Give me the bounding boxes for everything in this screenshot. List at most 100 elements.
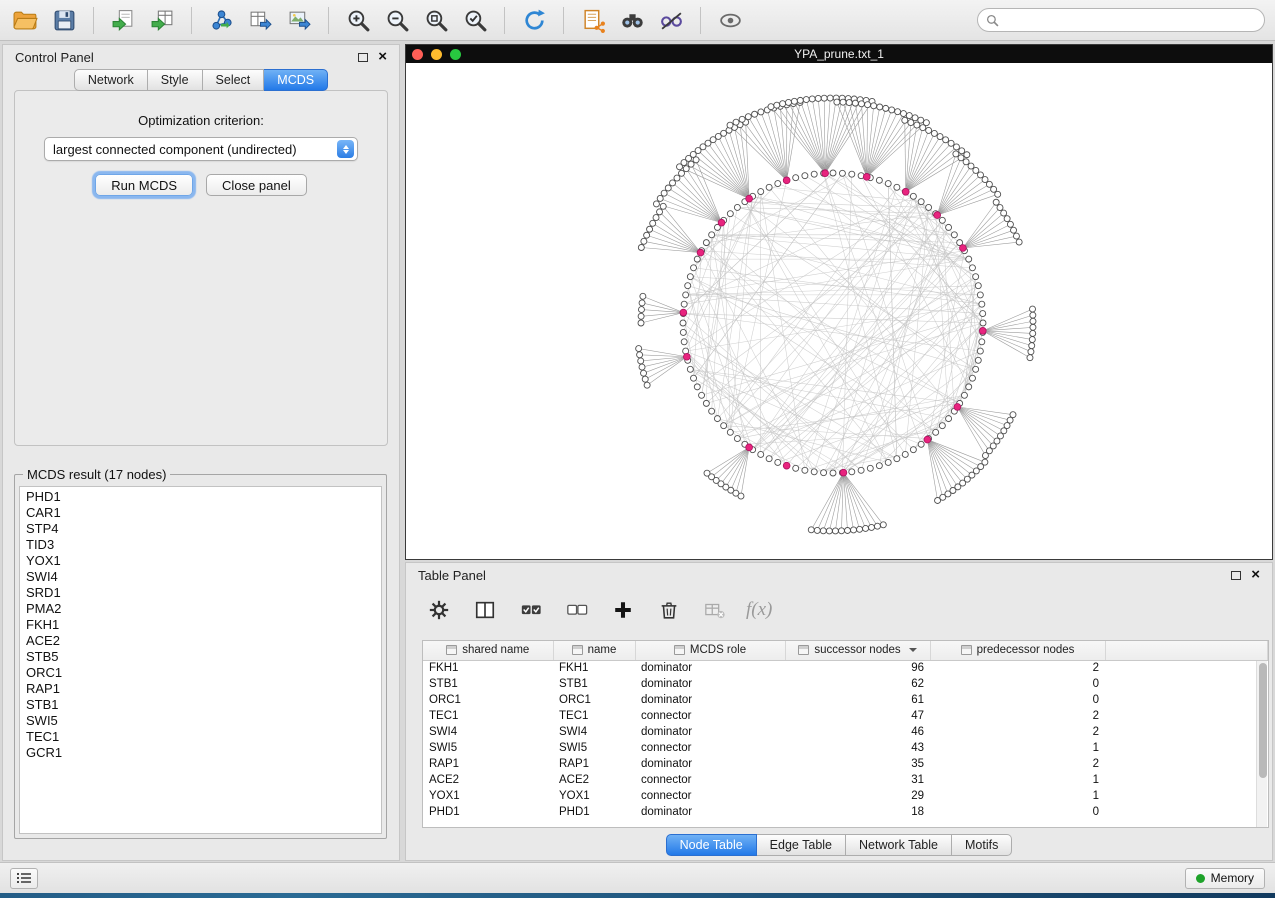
network-node[interactable] [745, 114, 751, 120]
network-node[interactable] [791, 98, 797, 104]
network-node[interactable] [961, 392, 967, 398]
result-item[interactable]: ORC1 [26, 665, 381, 681]
mcds-hub-node[interactable] [902, 188, 909, 195]
network-node[interactable] [721, 423, 727, 429]
network-node[interactable] [1027, 355, 1033, 361]
network-node[interactable] [734, 436, 740, 442]
network-node[interactable] [982, 453, 988, 459]
search-field[interactable] [977, 8, 1265, 32]
result-item[interactable]: YOX1 [26, 553, 381, 569]
network-node[interactable] [709, 232, 715, 238]
network-node[interactable] [820, 528, 826, 534]
network-node[interactable] [906, 113, 912, 119]
network-node[interactable] [895, 109, 901, 115]
network-node[interactable] [704, 470, 710, 476]
network-node[interactable] [811, 469, 817, 475]
network-node[interactable] [830, 470, 836, 476]
zoom-out-icon[interactable] [382, 5, 412, 35]
criterion-select[interactable]: largest connected component (undirected) [44, 137, 358, 161]
network-node[interactable] [752, 111, 758, 117]
network-node[interactable] [876, 177, 882, 183]
tab-select[interactable]: Select [203, 69, 265, 91]
network-node[interactable] [653, 215, 659, 221]
network-node[interactable] [803, 97, 809, 103]
network-node[interactable] [680, 320, 686, 326]
network-node[interactable] [691, 265, 697, 271]
network-node[interactable] [687, 366, 693, 372]
network-node[interactable] [926, 127, 932, 133]
table-row[interactable]: TEC1TEC1connector472 [423, 708, 1268, 724]
zoom-in-icon[interactable] [343, 5, 373, 35]
network-node[interactable] [979, 301, 985, 307]
network-node[interactable] [880, 522, 886, 528]
network-node[interactable] [758, 189, 764, 195]
network-node[interactable] [846, 100, 852, 106]
network-node[interactable] [969, 375, 975, 381]
network-node[interactable] [977, 348, 983, 354]
network-node[interactable] [865, 102, 871, 108]
network-node[interactable] [991, 186, 997, 192]
network-node[interactable] [910, 193, 916, 199]
show-columns-icon[interactable] [470, 595, 500, 625]
network-node[interactable] [951, 232, 957, 238]
network-node[interactable] [968, 163, 974, 169]
network-node[interactable] [775, 459, 781, 465]
network-node[interactable] [997, 205, 1003, 211]
network-node[interactable] [1004, 216, 1010, 222]
network-node[interactable] [793, 465, 799, 471]
network-node[interactable] [688, 161, 694, 167]
column-header-shared-name[interactable]: shared name [423, 641, 553, 660]
table-row[interactable]: ORC1ORC1dominator610 [423, 692, 1268, 708]
network-node[interactable] [958, 155, 964, 161]
network-node[interactable] [637, 352, 643, 358]
network-node[interactable] [691, 375, 697, 381]
network-node[interactable] [946, 224, 952, 230]
network-node[interactable] [683, 166, 689, 172]
network-node[interactable] [975, 283, 981, 289]
network-node[interactable] [966, 256, 972, 262]
hide-details-icon[interactable] [656, 5, 686, 35]
network-node[interactable] [839, 170, 845, 176]
mcds-hub-node[interactable] [683, 353, 690, 360]
network-node[interactable] [657, 209, 663, 215]
table-scrollbar-thumb[interactable] [1259, 663, 1267, 778]
network-node[interactable] [840, 99, 846, 105]
mcds-hub-node[interactable] [979, 327, 986, 334]
import-table-icon[interactable] [147, 5, 177, 35]
network-node[interactable] [694, 384, 700, 390]
column-header-name[interactable]: name [553, 641, 635, 660]
network-node[interactable] [1013, 233, 1019, 239]
network-node[interactable] [885, 459, 891, 465]
mcds-hub-node[interactable] [746, 195, 753, 202]
network-node[interactable] [918, 441, 924, 447]
network-node[interactable] [694, 256, 700, 262]
network-node[interactable] [939, 217, 945, 223]
network-node[interactable] [1030, 324, 1036, 330]
network-node[interactable] [650, 220, 656, 226]
network-node[interactable] [920, 125, 926, 131]
memory-button[interactable]: Memory [1185, 868, 1265, 889]
network-node[interactable] [851, 527, 857, 533]
network-node[interactable] [933, 429, 939, 435]
network-node[interactable] [977, 292, 983, 298]
mcds-hub-node[interactable] [863, 173, 870, 180]
network-node[interactable] [877, 104, 883, 110]
tab-network[interactable]: Network [74, 69, 148, 91]
network-node[interactable] [727, 211, 733, 217]
network-node[interactable] [857, 526, 863, 532]
result-item[interactable]: PHD1 [26, 489, 381, 505]
network-node[interactable] [1029, 337, 1035, 343]
network-node[interactable] [815, 95, 821, 101]
network-node[interactable] [1028, 349, 1034, 355]
network-node[interactable] [814, 527, 820, 533]
network-node[interactable] [639, 300, 645, 306]
network-node[interactable] [709, 408, 715, 414]
table-row[interactable]: SWI4SWI4dominator462 [423, 724, 1268, 740]
network-node[interactable] [681, 301, 687, 307]
result-item[interactable]: ACE2 [26, 633, 381, 649]
network-node[interactable] [727, 122, 733, 128]
export-table-icon[interactable] [245, 5, 275, 35]
mcds-hub-node[interactable] [954, 403, 961, 410]
network-node[interactable] [908, 120, 914, 126]
delete-column-icon[interactable] [654, 595, 684, 625]
